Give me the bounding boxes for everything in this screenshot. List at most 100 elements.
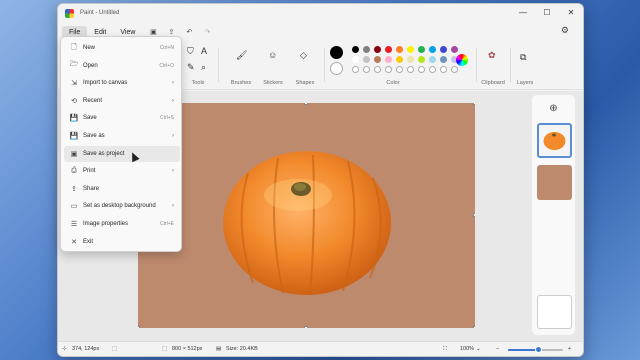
secondary-color-swatch[interactable] — [330, 62, 343, 75]
palette-swatch[interactable] — [429, 46, 436, 53]
file-menu-item[interactable]: 🗋 New Ctrl+N — [64, 40, 180, 56]
layer-thumbnail-pumpkin[interactable] — [537, 123, 572, 158]
undo-icon[interactable]: ↶ — [182, 28, 196, 36]
palette-swatch[interactable] — [374, 66, 381, 73]
stickers-group[interactable]: ☺ Stickers — [256, 42, 290, 90]
fill-icon[interactable]: ⛉ — [187, 46, 194, 57]
file-menu-item[interactable]: ⟲ Recent › — [64, 93, 180, 109]
palette-swatch[interactable] — [440, 66, 447, 73]
clipboard-group[interactable]: ✿ Clipboard — [476, 42, 510, 90]
file-menu-item[interactable]: ▣ Save as project — [64, 145, 180, 162]
palette-swatch[interactable] — [363, 46, 370, 53]
palette-swatch[interactable] — [363, 66, 370, 73]
canvas-resize-handle[interactable] — [473, 213, 475, 217]
file-menu-item-label: Save as — [83, 133, 105, 139]
redo-icon[interactable]: ↷ — [200, 28, 214, 36]
palette-swatch[interactable] — [429, 66, 436, 73]
zoom-slider[interactable] — [508, 346, 563, 353]
palette-swatch[interactable] — [407, 66, 414, 73]
save-icon: 💾 — [69, 115, 79, 123]
edit-colors-group[interactable] — [456, 42, 470, 90]
palette-swatch[interactable] — [385, 46, 392, 53]
color-picker-icon[interactable]: ✎ — [187, 62, 195, 73]
maximize-button[interactable]: ☐ — [535, 4, 559, 22]
add-layer-icon[interactable]: ⊕ — [532, 103, 575, 114]
palette-swatch[interactable] — [352, 66, 359, 73]
layer-thumbnail-background[interactable] — [537, 165, 572, 200]
zoom-out-icon[interactable]: − — [496, 346, 499, 352]
submenu-chevron-icon: › — [172, 97, 174, 104]
canvas-resize-handle[interactable] — [138, 326, 140, 328]
file-size: Size: 20.4KB — [226, 346, 258, 352]
palette-swatch[interactable] — [418, 56, 425, 63]
file-menu-item[interactable]: 💾 Save Ctrl+S — [64, 110, 180, 126]
submenu-chevron-icon: › — [172, 80, 174, 87]
brush-icon: 🖌 — [236, 50, 248, 60]
properties-icon: ☰ — [70, 221, 78, 228]
palette-swatch[interactable] — [374, 46, 381, 53]
layers-icon: ⧉ — [520, 52, 527, 62]
file-size-icon: ▤ — [216, 346, 222, 352]
file-menu-item[interactable]: 🗁 Open Ctrl+O — [64, 58, 180, 74]
tools-group: ⛉ A ✎ ⌕ Tools — [183, 42, 213, 90]
fit-to-window-icon[interactable]: ⛶ — [443, 346, 447, 353]
new-icon: 🗋 — [71, 43, 77, 51]
file-menu-item[interactable]: ☰ Image properties Ctrl+E — [64, 216, 180, 232]
settings-gear-icon[interactable]: ⚙ — [561, 25, 569, 36]
palette-swatch[interactable] — [374, 56, 381, 63]
canvas-resize-handle[interactable] — [304, 326, 308, 328]
palette-swatch[interactable] — [385, 56, 392, 63]
canvas-resize-handle[interactable] — [473, 326, 475, 328]
palette-swatch[interactable] — [396, 46, 403, 53]
palette-swatch[interactable] — [440, 46, 447, 53]
palette-swatch[interactable] — [407, 46, 414, 53]
drawing-canvas[interactable] — [138, 103, 475, 328]
share-quick-icon[interactable]: ⇪ — [164, 28, 178, 36]
palette-swatch[interactable] — [407, 56, 414, 63]
file-menu-item[interactable]: ✕ Exit — [64, 234, 180, 250]
edit-colors-icon — [456, 54, 468, 66]
minimize-button[interactable]: — — [511, 4, 535, 22]
recent-icon: ⟲ — [71, 97, 77, 105]
palette-swatch[interactable] — [385, 66, 392, 73]
palette-swatch[interactable] — [363, 56, 370, 63]
file-menu-item[interactable]: ▭ Set as desktop background › — [64, 198, 180, 214]
zoom-in-icon[interactable]: + — [568, 346, 571, 352]
save-quick-icon[interactable]: ▣ — [146, 28, 160, 36]
file-menu-item-label: New — [83, 45, 96, 51]
shapes-icon: ◇ — [300, 50, 307, 60]
text-icon[interactable]: A — [201, 46, 207, 56]
layers-group[interactable]: ⧉ Layers — [510, 42, 540, 90]
file-menu-item[interactable]: ⇪ Share — [64, 181, 180, 197]
palette-swatch[interactable] — [418, 46, 425, 53]
file-menu-item-label: Exit — [83, 238, 94, 245]
stickers-label: Stickers — [263, 80, 283, 86]
primary-color-swatch[interactable] — [330, 46, 343, 59]
file-menu-item[interactable]: ⇲ Import to canvas › — [64, 75, 180, 91]
save-as-icon: 💾 — [69, 133, 79, 140]
zoom-dropdown-icon[interactable]: ⌄ — [476, 346, 481, 352]
color-label: Color — [386, 80, 400, 86]
file-menu-item[interactable]: ⎙ Print › — [64, 163, 180, 179]
file-menu-item-label: Set as desktop background — [83, 203, 156, 210]
palette-swatch[interactable] — [440, 56, 447, 63]
brushes-group[interactable]: 🖌 Brushes — [224, 42, 258, 90]
palette-swatch[interactable] — [352, 56, 359, 63]
canvas-resize-handle[interactable] — [473, 103, 475, 105]
shapes-group[interactable]: ◇ Shapes — [288, 42, 322, 90]
close-button[interactable]: ✕ — [559, 4, 583, 22]
zoom-level[interactable]: 100% — [460, 346, 474, 352]
file-menu-item-label: Image properties — [83, 221, 129, 227]
palette-swatch[interactable] — [429, 56, 436, 63]
palette-swatch[interactable] — [418, 66, 425, 73]
palette-swatch[interactable] — [396, 66, 403, 73]
layer-thumbnail-blank[interactable] — [537, 295, 572, 329]
zoom-slider-thumb[interactable] — [535, 346, 543, 353]
canvas-resize-handle[interactable] — [304, 103, 308, 105]
magnifier-icon[interactable]: ⌕ — [201, 62, 206, 73]
palette-swatch[interactable] — [396, 56, 403, 63]
share-icon: ⇪ — [71, 185, 77, 193]
file-menu-item[interactable]: 💾 Save as › — [64, 128, 180, 144]
file-menu-item-label: Save as project — [83, 150, 125, 157]
palette-swatch[interactable] — [352, 46, 359, 53]
